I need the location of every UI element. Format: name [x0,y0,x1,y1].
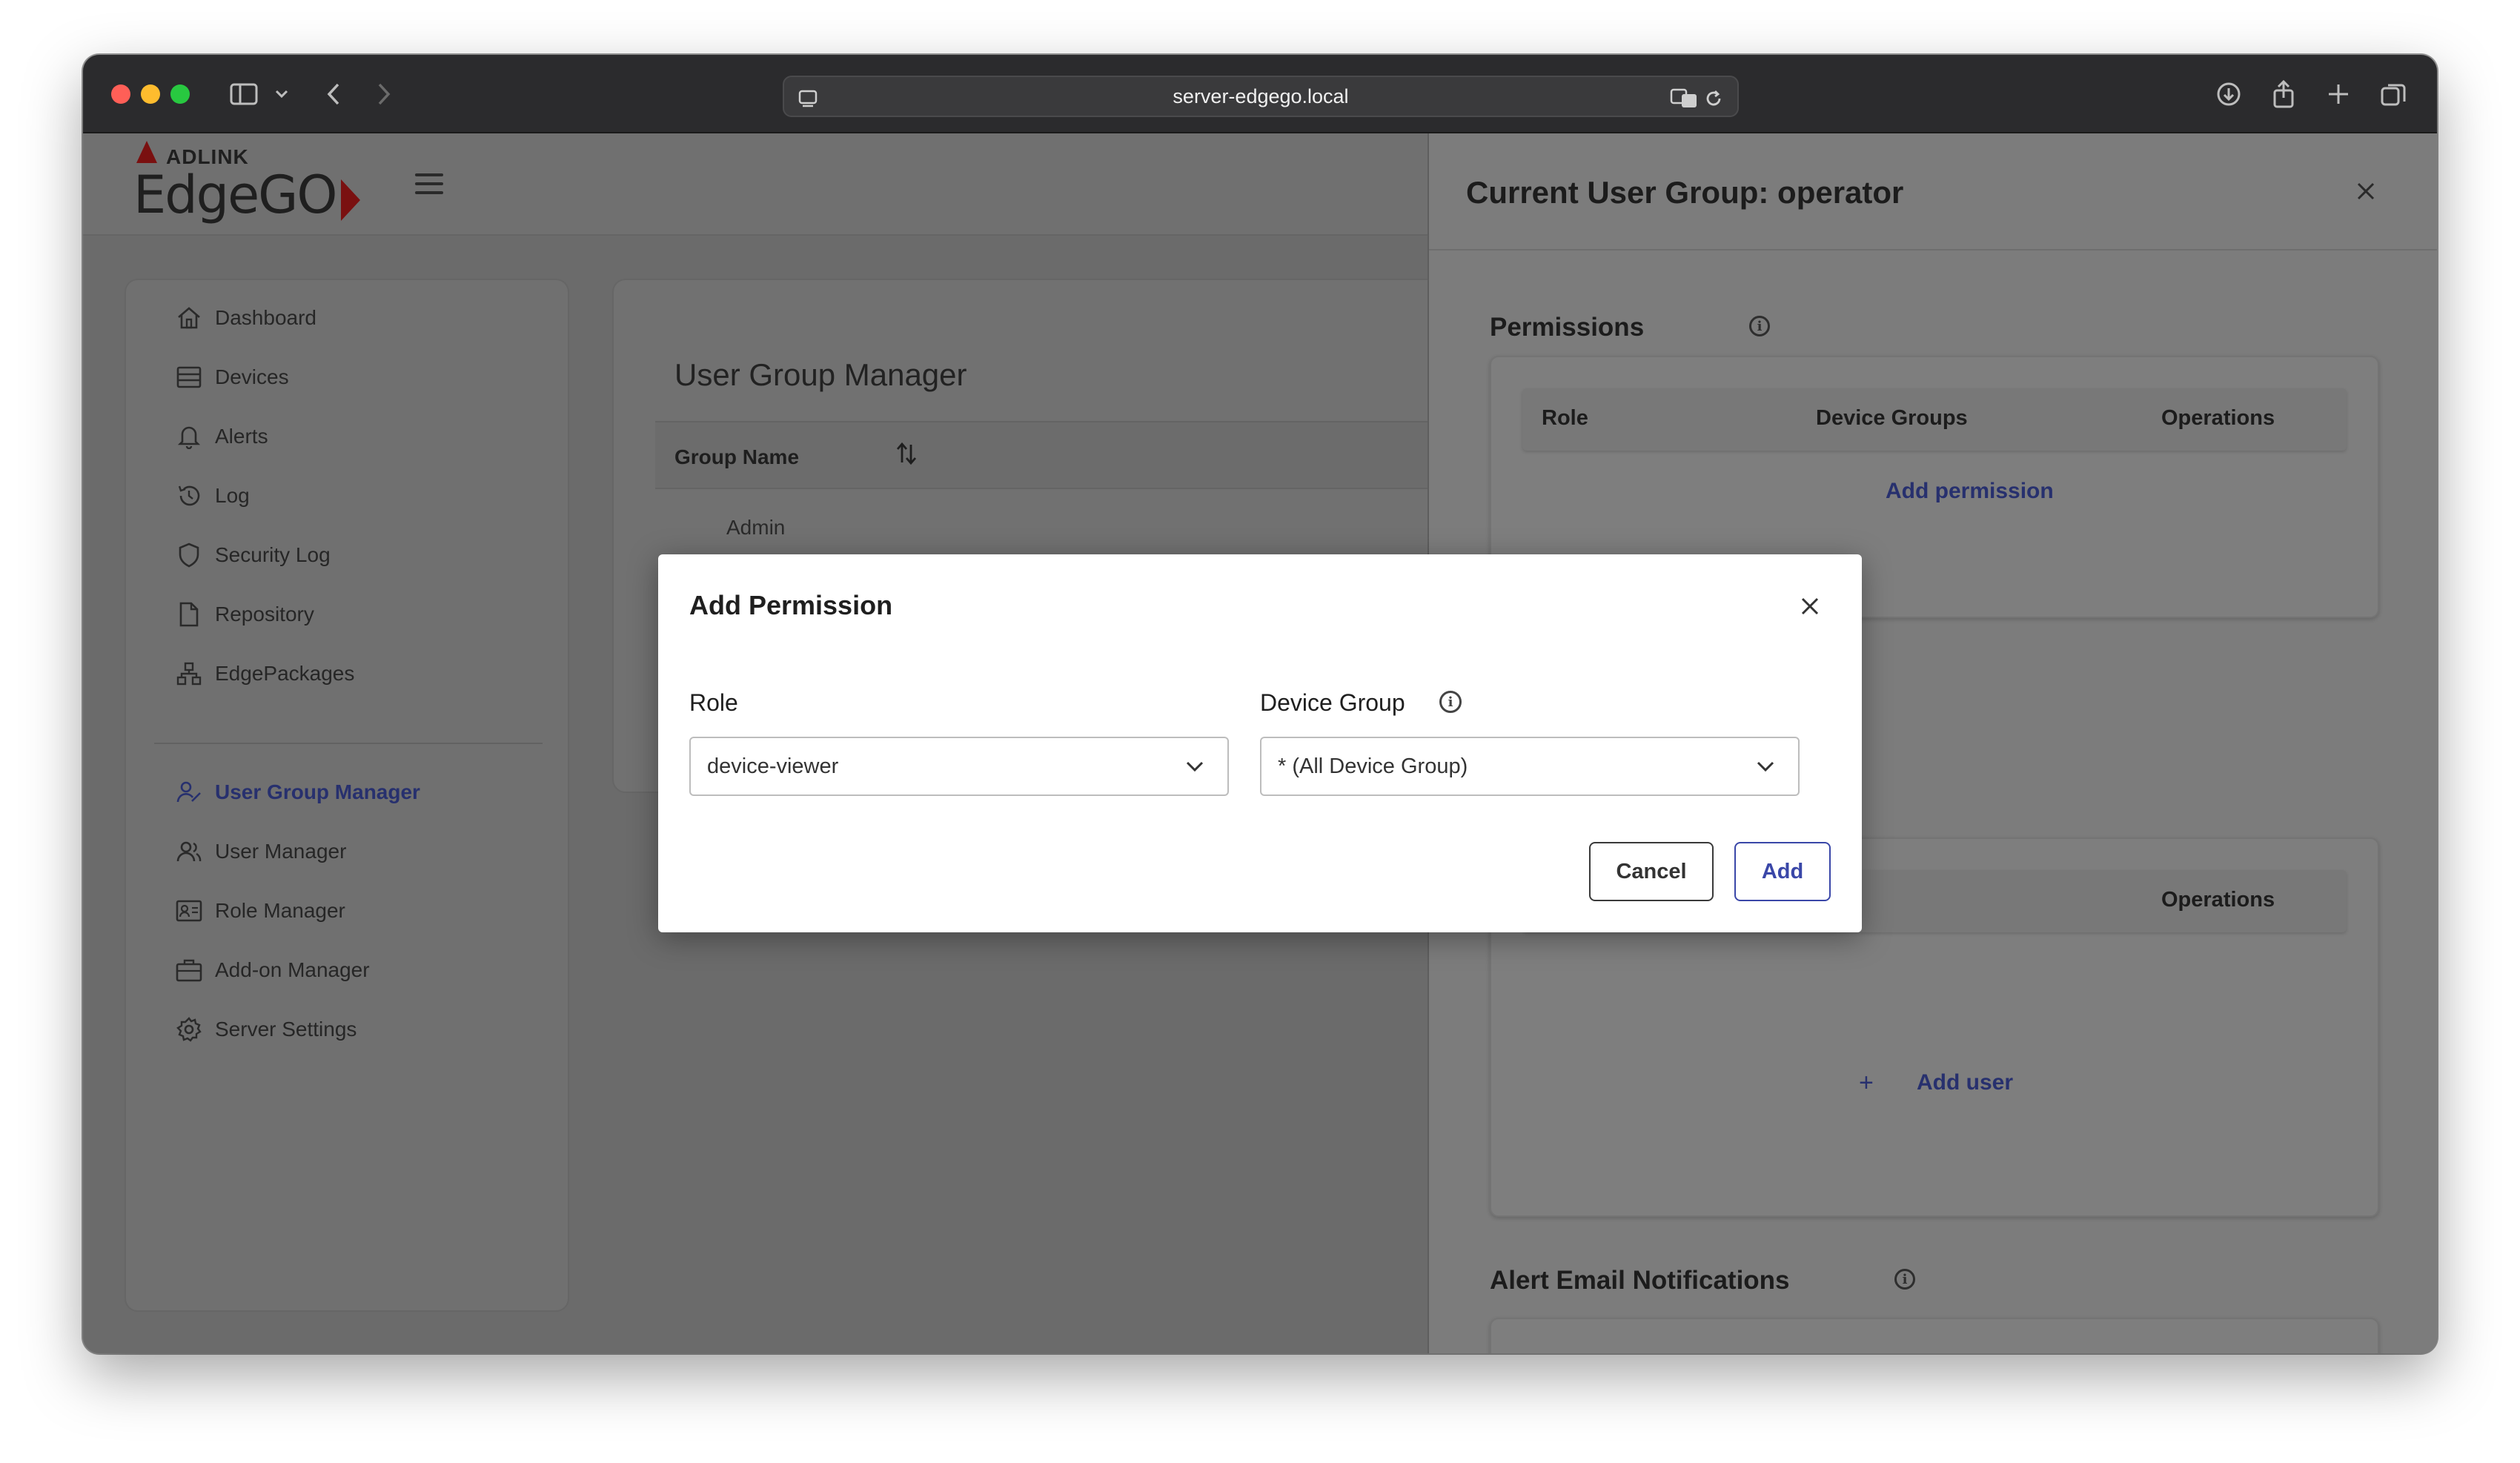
chevron-down-icon [1757,761,1774,772]
back-icon[interactable] [320,77,347,111]
info-icon[interactable]: i [1439,691,1462,713]
add-button[interactable]: Add [1734,842,1831,901]
user-group-icon [175,778,203,806]
column-header-device-groups: Device Groups [1816,406,1968,430]
page-title: User Group Manager [674,357,967,392]
sort-icon[interactable] [895,442,918,471]
column-header-group-name[interactable]: Group Name [674,445,799,469]
sidebar-item-dashboard[interactable]: Dashboard [175,299,316,336]
sidebar-item-log[interactable]: Log [175,477,250,514]
add-user-link[interactable]: Add user [1917,1070,2013,1095]
sidebar-item-label: Dashboard [215,306,316,329]
shield-icon [175,541,203,569]
sidebar-item-label: Role Manager [215,899,345,922]
adlink-logo-mark-icon [136,141,157,163]
permissions-table-header: Role Device Groups Operations [1522,388,2347,451]
users-icon [175,837,203,866]
device-group-select[interactable]: * (All Device Group) [1260,737,1800,796]
drawer-title: Current User Group: operator [1466,175,1904,210]
sidebar-item-label: EdgePackages [215,662,355,685]
bell-icon [175,422,203,451]
packages-icon [175,660,203,688]
tab-overview-icon[interactable] [2378,77,2409,111]
alert-email-card [1490,1318,2379,1353]
minimize-window-button[interactable] [141,84,160,104]
file-icon [175,600,203,628]
sidebar-item-label: Repository [215,603,314,626]
sidebar-item-alerts[interactable]: Alerts [175,418,268,455]
sidebar-item-label: Log [215,484,250,507]
hamburger-menu-icon[interactable] [415,173,443,196]
add-permission-dialog: Add Permission Role device-viewer Device… [658,554,1862,932]
sidebar-item-label: Security Log [215,543,331,566]
column-header-operations: Operations [2161,406,2275,430]
sidebar-item-devices[interactable]: Devices [175,359,289,396]
sidebar-divider [154,743,543,744]
chevron-down-icon [1186,761,1204,772]
close-icon[interactable] [1792,588,1828,624]
share-icon[interactable] [2268,77,2299,111]
add-permission-link[interactable]: Add permission [1886,479,2054,504]
history-icon [175,482,203,510]
role-select-value: device-viewer [707,754,839,778]
sidebar-item-add-on-manager[interactable]: Add-on Manager [175,952,370,989]
devices-icon [175,363,203,391]
sidebar-item-label: Server Settings [215,1018,357,1041]
table-row[interactable]: Admin [726,516,785,540]
logo-arrow-icon [341,179,360,221]
cancel-button[interactable]: Cancel [1589,842,1714,901]
sidebar: Dashboard Devices Alerts Log Security Lo… [125,279,569,1312]
sidebar-item-label: Alerts [215,425,268,448]
home-icon [175,304,203,332]
info-icon[interactable]: i [1749,316,1770,336]
role-select[interactable]: device-viewer [689,737,1229,796]
alert-email-notifications-title: Alert Email Notifications [1490,1266,1790,1295]
sidebar-toggle-icon[interactable] [227,77,261,111]
gear-icon [175,1015,203,1044]
close-window-button[interactable] [111,84,130,104]
column-header-operations: Operations [2161,888,2275,912]
sidebar-item-label: Add-on Manager [215,958,370,981]
device-group-label: Device Group [1260,689,1405,716]
dialog-title: Add Permission [689,590,893,620]
drawer-close-icon[interactable] [2347,172,2385,210]
app-header: ADLINK EdgeGO [83,133,1428,236]
drawer-header: Current User Group: operator [1429,133,2437,251]
sidebar-item-server-settings[interactable]: Server Settings [175,1011,357,1048]
sidebar-item-edgepackages[interactable]: EdgePackages [175,655,354,692]
column-header-role: Role [1542,406,1588,430]
chevron-down-icon[interactable] [273,77,291,111]
reload-icon[interactable] [1700,82,1727,116]
add-icon[interactable]: + [1859,1069,1874,1098]
sidebar-item-user-manager[interactable]: User Manager [175,833,346,870]
sidebar-item-label: User Manager [215,840,347,863]
zoom-window-button[interactable] [170,84,190,104]
address-bar[interactable]: server-edgego.local [783,76,1739,117]
sidebar-item-user-group-manager[interactable]: User Group Manager [175,774,420,811]
info-icon[interactable]: i [1894,1269,1915,1290]
address-text: server-edgego.local [1173,84,1349,107]
sidebar-item-role-manager[interactable]: Role Manager [175,892,345,929]
sidebar-item-label: User Group Manager [215,780,420,803]
id-card-icon [175,897,203,925]
forward-icon[interactable] [371,77,397,111]
sidebar-item-label: Devices [215,365,289,388]
permissions-title: Permissions [1490,313,1645,342]
sidebar-item-security-log[interactable]: Security Log [175,537,331,574]
downloads-icon[interactable] [2213,77,2244,111]
device-group-select-value: * (All Device Group) [1278,754,1468,778]
translate-icon[interactable] [1668,82,1700,116]
new-tab-icon[interactable] [2323,77,2354,111]
briefcase-icon [175,956,203,984]
browser-toolbar: server-edgego.local [83,55,2437,133]
sidebar-item-repository[interactable]: Repository [175,596,314,633]
product-logo: EdgeGO [133,165,338,225]
role-label: Role [689,689,738,716]
